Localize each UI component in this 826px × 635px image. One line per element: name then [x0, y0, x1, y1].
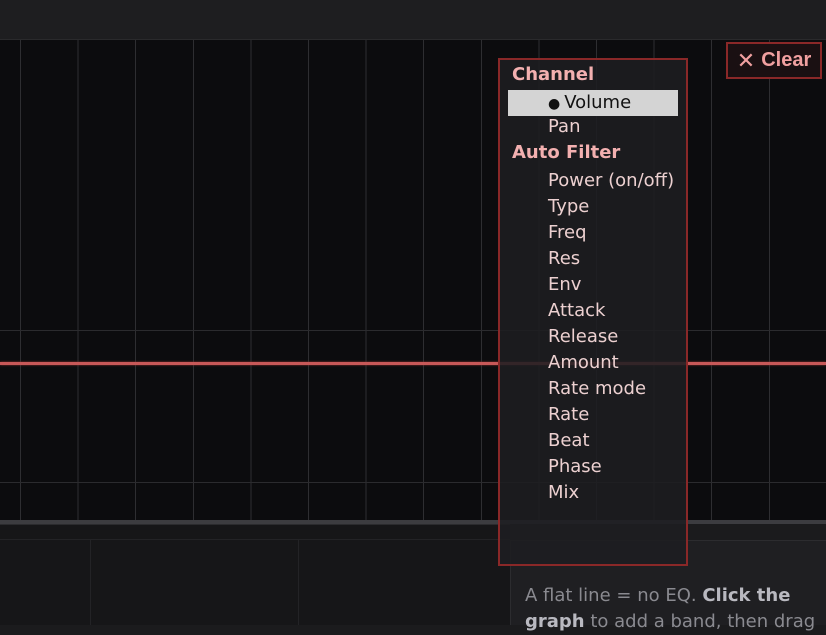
menu-item-pan[interactable]: Pan — [548, 116, 580, 137]
grid-line — [0, 330, 826, 331]
menu-item-rate[interactable]: Rate — [548, 404, 589, 425]
top-toolbar — [0, 0, 826, 40]
help-text: A flat line = no EQ. Click the graph to … — [525, 585, 816, 632]
menu-group-auto-filter: Auto Filter — [512, 142, 621, 163]
menu-group-channel: Channel — [512, 64, 595, 85]
automation-lane[interactable] — [0, 40, 826, 521]
menu-item-beat[interactable]: Beat — [548, 430, 590, 451]
menu-item-attack[interactable]: Attack — [548, 300, 605, 321]
menu-item-res[interactable]: Res — [548, 248, 580, 269]
menu-item-env[interactable]: Env — [548, 274, 581, 295]
lower-panel-divider — [0, 539, 510, 540]
parameter-menu: Channel ● Volume Pan Auto Filter Power (o… — [498, 58, 688, 566]
clear-button-label: Clear — [761, 49, 812, 71]
lower-panel-gridline — [90, 540, 91, 625]
lower-panel-gridline — [298, 540, 299, 625]
grid-line — [0, 482, 826, 483]
menu-item-type[interactable]: Type — [548, 196, 589, 217]
automation-line[interactable] — [0, 362, 826, 365]
close-icon: ✕ — [736, 47, 756, 73]
menu-item-release[interactable]: Release — [548, 326, 618, 347]
menu-item-rate-mode[interactable]: Rate mode — [548, 378, 646, 399]
lower-panel — [0, 524, 510, 625]
menu-item-power[interactable]: Power (on/off) — [548, 170, 674, 191]
menu-item-volume[interactable]: ● Volume — [508, 90, 678, 116]
menu-item-phase[interactable]: Phase — [548, 456, 602, 477]
clear-button[interactable]: ✕ Clear — [726, 42, 822, 79]
menu-item-freq[interactable]: Freq — [548, 222, 587, 243]
menu-item-amount[interactable]: Amount — [548, 352, 619, 373]
selected-dot-icon: ● — [548, 96, 561, 112]
menu-item-mix[interactable]: Mix — [548, 482, 579, 503]
